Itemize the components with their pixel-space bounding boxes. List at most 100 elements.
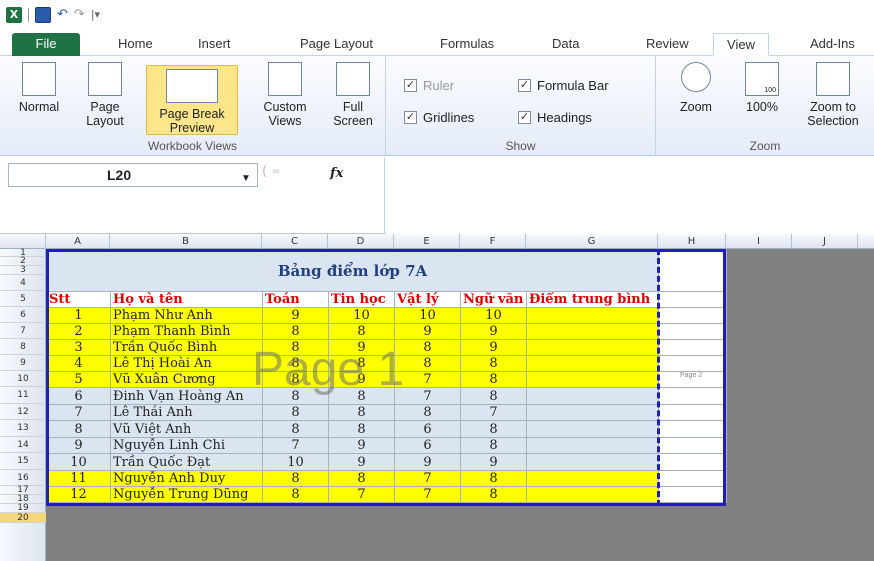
table-cell[interactable]: Nguyễn Trung Dũng: [110, 486, 263, 503]
table-cell[interactable]: Lê Thái Anh: [110, 404, 263, 421]
empty-cell[interactable]: [658, 387, 727, 405]
table-cell[interactable]: 6: [46, 387, 111, 405]
row-header[interactable]: 6: [0, 307, 46, 323]
table-cell[interactable]: Trần Quốc Đạt: [110, 453, 263, 471]
header-cell[interactable]: Ngữ văn: [460, 291, 527, 308]
row-header[interactable]: 3: [0, 266, 46, 275]
table-cell[interactable]: 12: [46, 486, 111, 503]
normal-view-button[interactable]: Normal: [14, 62, 64, 114]
excel-app-icon[interactable]: X: [6, 7, 22, 23]
cell[interactable]: [658, 249, 727, 292]
row-header[interactable]: 11: [0, 387, 46, 404]
table-cell[interactable]: 8: [262, 355, 329, 372]
table-cell[interactable]: 8: [262, 323, 329, 340]
table-cell[interactable]: 8: [460, 387, 527, 405]
table-cell[interactable]: 11: [46, 470, 111, 487]
empty-cell[interactable]: [526, 371, 659, 388]
table-cell[interactable]: 2: [46, 323, 111, 340]
insert-function-icon[interactable]: fx: [330, 166, 343, 181]
table-cell[interactable]: 9: [328, 453, 395, 471]
table-cell[interactable]: Trần Quốc Bình: [110, 339, 263, 356]
row-header[interactable]: 15: [0, 453, 46, 470]
column-header[interactable]: H: [658, 234, 726, 249]
table-cell[interactable]: 10: [460, 307, 527, 324]
row-header[interactable]: 12: [0, 404, 46, 420]
table-cell[interactable]: Lê Thị Hoài An: [110, 355, 263, 372]
table-cell[interactable]: Vũ Xuân Cương: [110, 371, 263, 388]
row-header-selected[interactable]: 20: [0, 513, 46, 523]
table-cell[interactable]: 7: [394, 387, 461, 405]
empty-cell[interactable]: [526, 323, 659, 340]
column-header[interactable]: D: [328, 234, 394, 249]
row-header[interactable]: 16: [0, 470, 46, 486]
empty-cell[interactable]: [658, 323, 727, 340]
table-cell[interactable]: 9: [46, 437, 111, 454]
table-cell[interactable]: 8: [328, 470, 395, 487]
empty-cell[interactable]: [526, 453, 659, 471]
table-cell[interactable]: Phạm Thanh Bình: [110, 323, 263, 340]
table-cell[interactable]: 6: [394, 420, 461, 438]
table-cell[interactable]: 7: [394, 470, 461, 487]
empty-cell[interactable]: [658, 355, 727, 372]
redo-icon[interactable]: ↷: [74, 7, 85, 23]
table-title[interactable]: Bảng điểm lớp 7A: [46, 249, 659, 292]
tab-data[interactable]: Data: [552, 33, 579, 56]
table-cell[interactable]: Nguyễn Linh Chi: [110, 437, 263, 454]
empty-cell[interactable]: [658, 339, 727, 356]
column-header[interactable]: I: [726, 234, 792, 249]
table-cell[interactable]: 8: [328, 404, 395, 421]
empty-cell[interactable]: [658, 470, 727, 487]
name-box[interactable]: L20 ▼: [8, 163, 258, 187]
zoom-to-selection-button[interactable]: Zoom to Selection: [798, 62, 868, 128]
table-cell[interactable]: 9: [262, 307, 329, 324]
table-cell[interactable]: 8: [262, 371, 329, 388]
column-header[interactable]: J: [792, 234, 858, 249]
row-header[interactable]: 19: [0, 504, 46, 513]
table-cell[interactable]: 8: [262, 339, 329, 356]
row-header[interactable]: 4: [0, 275, 46, 291]
formula-bar-resize-icon[interactable]: (: [262, 164, 267, 179]
table-cell[interactable]: Đinh Vạn Hoàng An: [110, 387, 263, 405]
row-header[interactable]: 14: [0, 437, 46, 453]
table-cell[interactable]: 10: [262, 453, 329, 471]
table-cell[interactable]: 9: [394, 453, 461, 471]
column-header[interactable]: A: [46, 234, 110, 249]
ruler-checkbox[interactable]: ✓ Ruler: [404, 78, 454, 93]
row-header[interactable]: 5: [0, 291, 46, 307]
table-cell[interactable]: 9: [460, 339, 527, 356]
row-header[interactable]: 10: [0, 371, 46, 387]
table-cell[interactable]: 8: [460, 486, 527, 503]
header-cell[interactable]: Vật lý: [394, 291, 461, 308]
table-cell[interactable]: 9: [460, 323, 527, 340]
chevron-down-icon[interactable]: ▼: [241, 168, 251, 190]
gridlines-checkbox[interactable]: ✓ Gridlines: [404, 110, 474, 125]
empty-cell[interactable]: [526, 307, 659, 324]
customize-toolbar-icon[interactable]: |▾: [91, 7, 100, 23]
tab-home[interactable]: Home: [118, 33, 153, 56]
cancel-entry-icon[interactable]: =: [272, 166, 280, 177]
page-break-line[interactable]: [657, 249, 660, 506]
tab-insert[interactable]: Insert: [198, 33, 231, 56]
row-header[interactable]: 13: [0, 420, 46, 437]
column-header[interactable]: G: [526, 234, 658, 249]
table-cell[interactable]: 8: [394, 339, 461, 356]
table-cell[interactable]: 1: [46, 307, 111, 324]
header-cell[interactable]: Họ và tên: [110, 291, 263, 308]
select-all-corner[interactable]: [0, 234, 46, 249]
zoom-button[interactable]: Zoom: [670, 62, 722, 114]
table-cell[interactable]: 9: [328, 371, 395, 388]
row-header[interactable]: 7: [0, 323, 46, 339]
empty-cell[interactable]: [658, 307, 727, 324]
page-break-preview-button[interactable]: Page Break Preview: [146, 65, 238, 135]
empty-cell[interactable]: [526, 486, 659, 503]
table-cell[interactable]: 7: [460, 404, 527, 421]
table-cell[interactable]: 7: [46, 404, 111, 421]
table-cell[interactable]: 6: [394, 437, 461, 454]
empty-cell[interactable]: [658, 437, 727, 454]
header-cell[interactable]: Stt: [46, 291, 111, 308]
table-cell[interactable]: 8: [460, 470, 527, 487]
table-cell[interactable]: 8: [262, 387, 329, 405]
table-cell[interactable]: 8: [46, 420, 111, 438]
table-cell[interactable]: 8: [262, 486, 329, 503]
empty-cell[interactable]: [526, 470, 659, 487]
